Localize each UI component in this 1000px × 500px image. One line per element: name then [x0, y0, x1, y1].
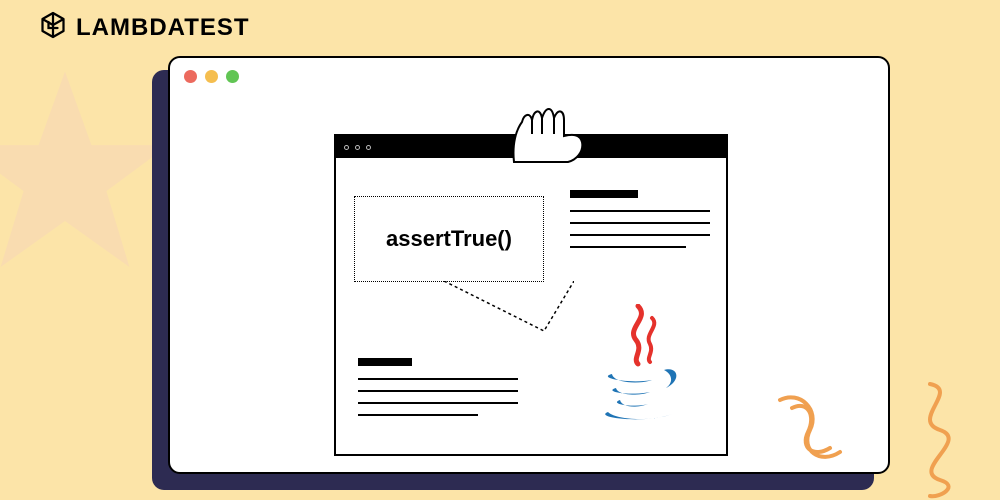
text-line — [358, 390, 518, 392]
brand-logo: LAMBDATEST — [38, 10, 250, 45]
text-line — [358, 414, 478, 416]
text-placeholder-bar — [358, 358, 412, 366]
squiggle-icon — [900, 380, 980, 500]
squiggle-decoration — [770, 390, 850, 470]
text-line — [358, 402, 518, 404]
callout-tail — [444, 281, 574, 341]
text-line — [570, 222, 710, 224]
illustration-stage: assertTrue() — [334, 116, 728, 460]
text-placeholder-bar — [570, 190, 638, 198]
titlebar-dot-icon — [366, 145, 371, 150]
squiggle-icon — [770, 390, 850, 470]
brand-name: LAMBDATEST — [76, 14, 250, 42]
text-line — [570, 210, 710, 212]
minimize-dot-icon — [205, 70, 218, 83]
callout-text: assertTrue() — [386, 226, 512, 252]
zoom-dot-icon — [226, 70, 239, 83]
java-logo-icon — [592, 304, 686, 424]
inner-document-window: assertTrue() — [334, 134, 728, 456]
code-callout: assertTrue() — [354, 196, 544, 282]
text-line — [570, 234, 710, 236]
text-line — [570, 246, 686, 248]
close-dot-icon — [184, 70, 197, 83]
text-line — [358, 378, 518, 380]
titlebar-dot-icon — [355, 145, 360, 150]
titlebar-dot-icon — [344, 145, 349, 150]
window-controls — [170, 58, 888, 95]
grabbing-hand-icon — [502, 94, 602, 164]
squiggle-decoration — [900, 380, 980, 500]
lambdatest-logo-icon — [38, 10, 68, 45]
